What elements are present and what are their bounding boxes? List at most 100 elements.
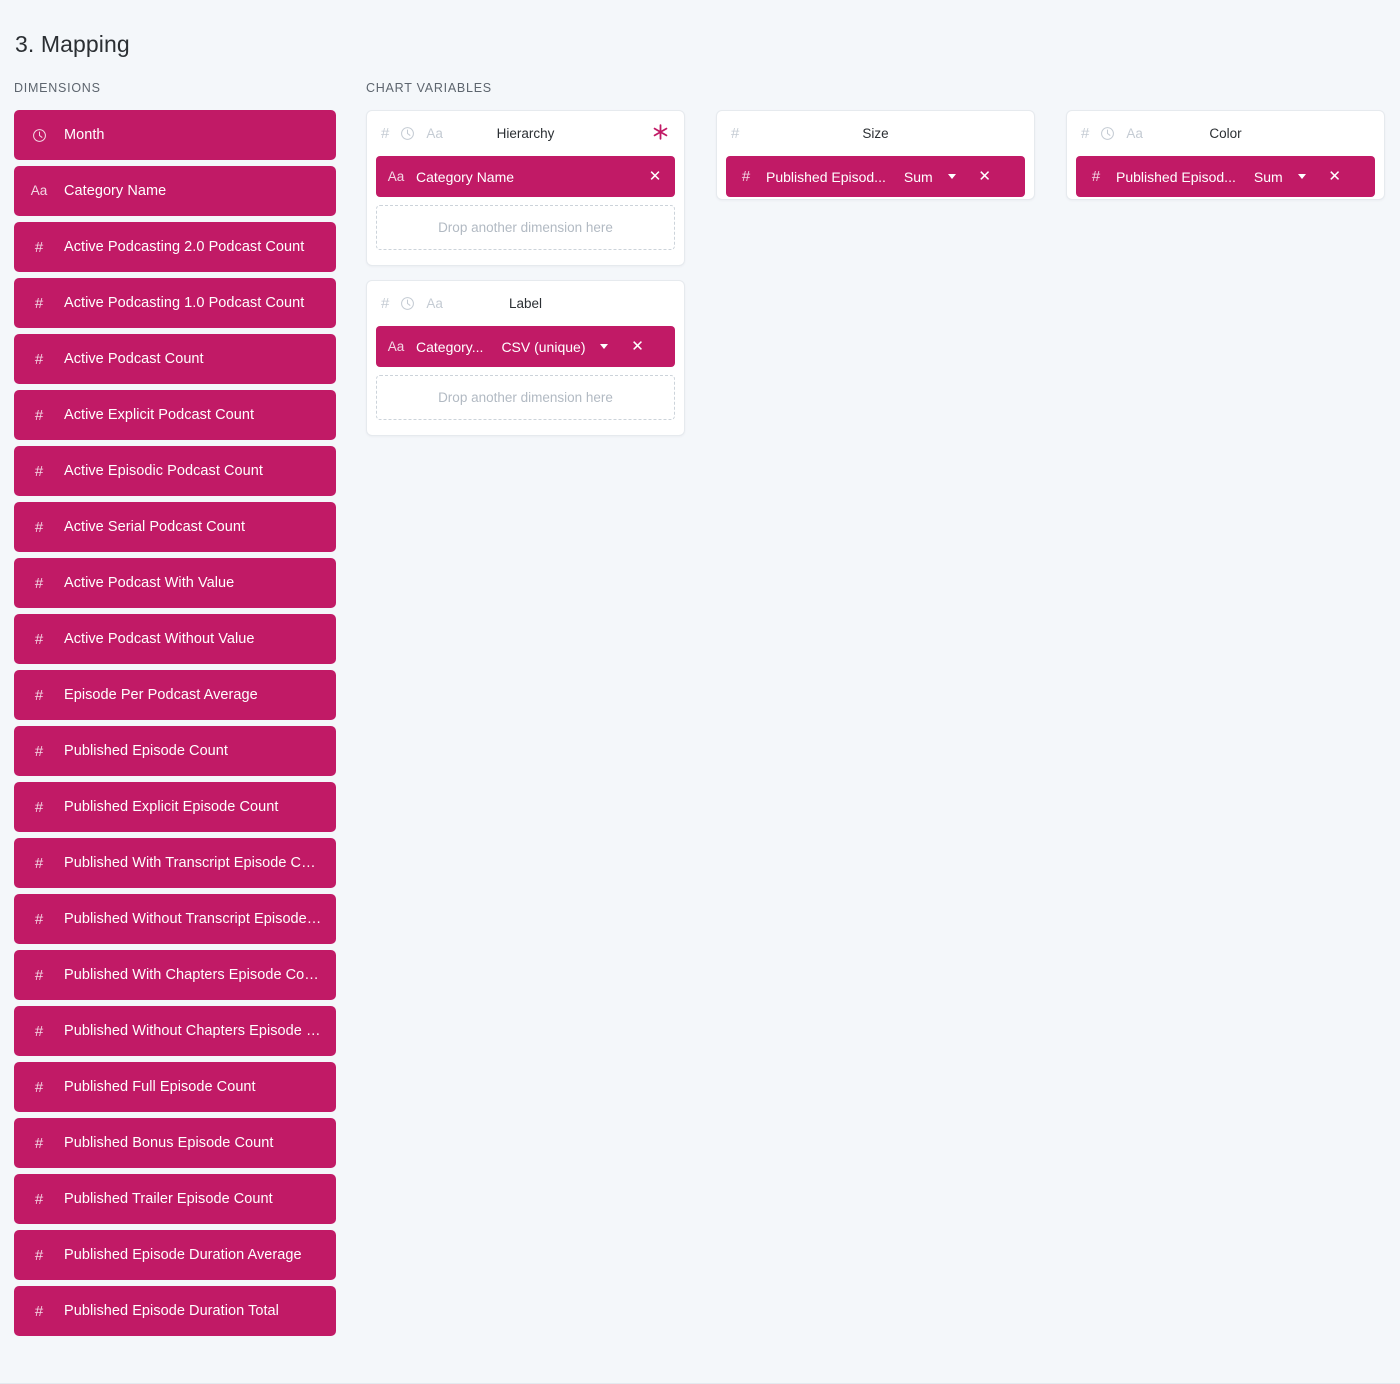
dimension-item-label: Published Episode Duration Average [64, 1247, 302, 1263]
chart-variable-card-hierarchy[interactable]: # Aa Hierarchy Aa Category Name ✕ Drop a… [366, 110, 685, 266]
chip-remove-button[interactable]: ✕ [1315, 169, 1355, 184]
chip-aggregation-value[interactable]: Sum [1254, 169, 1283, 185]
chip-name: Category Name [416, 168, 515, 185]
hash-icon: # [731, 125, 740, 142]
dimension-item[interactable]: # Published Full Episode Count [14, 1062, 336, 1112]
chip-remove-button[interactable]: ✕ [635, 169, 675, 184]
dimension-item-label: Active Podcasting 1.0 Podcast Count [64, 295, 305, 311]
text-aa-icon: Aa [1126, 125, 1143, 141]
chip-name: Category... [416, 338, 484, 355]
card-header-color: # Aa Color [1067, 111, 1384, 156]
card-body-label: Aa Category... CSV (unique) ✕ Drop anoth… [367, 326, 684, 429]
dimension-item-label: Published Full Episode Count [64, 1079, 256, 1095]
hash-icon: # [34, 798, 44, 816]
chip-remove-button[interactable]: ✕ [617, 339, 657, 354]
dimension-item-label: Published Explicit Episode Count [64, 799, 279, 815]
dimension-item[interactable]: # Episode Per Podcast Average [14, 670, 336, 720]
card-body-hierarchy: Aa Category Name ✕ Drop another dimensio… [367, 156, 684, 259]
dimension-item-label: Episode Per Podcast Average [64, 687, 258, 703]
card-header-size: # Size [717, 111, 1034, 156]
hash-icon: # [34, 1078, 44, 1096]
hash-icon: # [34, 742, 44, 760]
chart-variable-card-label[interactable]: # Aa Label Aa Category... CSV (unique) ✕… [366, 280, 685, 436]
hash-icon: # [34, 518, 44, 536]
dimension-item-label: Published Episode Count [64, 743, 228, 759]
dimension-item[interactable]: # Active Podcast Without Value [14, 614, 336, 664]
dimension-item[interactable]: # Published Episode Duration Average [14, 1230, 336, 1280]
dimensions-list: Month Aa Category Name # Active Podcasting 2… [14, 110, 336, 1336]
dimension-item-label: Published With Chapters Episode Count [64, 967, 325, 983]
dimension-item[interactable]: # Published Bonus Episode Count [14, 1118, 336, 1168]
chevron-down-icon[interactable] [1295, 174, 1309, 179]
dimension-item-label: Active Podcasting 2.0 Podcast Count [64, 239, 305, 255]
dimension-item-label: Published Without Transcript Episode C..… [64, 911, 334, 927]
chart-variable-card-size[interactable]: # Size # Published Episod... Sum ✕ [716, 110, 1035, 200]
dimension-item[interactable]: # Published Episode Duration Total [14, 1286, 336, 1336]
dimension-item[interactable]: # Active Episodic Podcast Count [14, 446, 336, 496]
hash-icon: # [34, 238, 44, 256]
dimension-item-label: Active Podcast Without Value [64, 631, 255, 647]
dimension-item[interactable]: # Published Trailer Episode Count [14, 1174, 336, 1224]
clock-icon [1100, 126, 1115, 141]
chevron-down-icon[interactable] [597, 344, 611, 349]
dimension-item[interactable]: Aa Category Name [14, 166, 336, 216]
hash-icon: # [741, 168, 751, 185]
card-header-label: # Aa Label [367, 281, 684, 326]
required-asterisk-icon [652, 123, 669, 144]
text-aa-icon: Aa [387, 168, 405, 184]
accepted-types-color: # Aa [1081, 126, 1143, 141]
dimension-item-label: Active Serial Podcast Count [64, 519, 246, 535]
drop-zone-label[interactable]: Drop another dimension here [376, 375, 675, 420]
hash-icon: # [34, 350, 44, 368]
dimension-item[interactable]: # Active Explicit Podcast Count [14, 390, 336, 440]
text-aa-icon: Aa [387, 338, 405, 354]
chart-variable-card-color[interactable]: # Aa Color # Published Episod... Sum ✕ [1066, 110, 1385, 200]
dimension-item-label: Active Episodic Podcast Count [64, 463, 263, 479]
dimension-item[interactable]: # Active Podcasting 2.0 Podcast Count [14, 222, 336, 272]
dimension-item-label: Active Podcast With Value [64, 575, 235, 591]
dimensions-section-label: DIMENSIONS [14, 81, 101, 95]
hash-icon: # [34, 462, 44, 480]
hash-icon: # [1091, 168, 1101, 185]
dimension-item[interactable]: # Published With Transcript Episode Count [14, 838, 336, 888]
chip-label-category[interactable]: Aa Category... CSV (unique) ✕ [376, 326, 675, 367]
dimension-item[interactable]: # Active Podcasting 1.0 Podcast Count [14, 278, 336, 328]
chip-remove-button[interactable]: ✕ [965, 169, 1005, 184]
dimension-item[interactable]: Month [14, 110, 336, 160]
dimension-item[interactable]: # Published Without Chapters Episode Co..… [14, 1006, 336, 1056]
accepted-types-hierarchy: # Aa [381, 126, 443, 141]
chart-variables-section-label: CHART VARIABLES [366, 81, 492, 95]
chip-size-published-episode[interactable]: # Published Episod... Sum ✕ [726, 156, 1025, 197]
card-header-hierarchy: # Aa Hierarchy [367, 111, 684, 156]
hash-icon: # [34, 406, 44, 424]
dimension-item[interactable]: # Published With Chapters Episode Count [14, 950, 336, 1000]
page-title: 3. Mapping [15, 31, 130, 57]
dimension-item[interactable]: # Published Explicit Episode Count [14, 782, 336, 832]
text-aa-icon: Aa [426, 125, 443, 141]
hash-icon: # [34, 686, 44, 704]
drop-zone-hierarchy[interactable]: Drop another dimension here [376, 205, 675, 250]
card-body-color: # Published Episod... Sum ✕ [1067, 156, 1384, 206]
hash-icon: # [381, 125, 390, 142]
chevron-down-icon[interactable] [945, 174, 959, 179]
text-aa-icon: Aa [426, 295, 443, 311]
accepted-types-label: # Aa [381, 296, 443, 311]
dimension-item[interactable]: # Active Podcast Count [14, 334, 336, 384]
dimension-item[interactable]: # Active Podcast With Value [14, 558, 336, 608]
hash-icon: # [34, 1134, 44, 1152]
clock-icon [14, 128, 64, 143]
card-title-size: Size [862, 126, 889, 141]
dimension-item-label: Month [64, 127, 105, 143]
dimension-item-label: Published Bonus Episode Count [64, 1135, 274, 1151]
dimension-item-label: Published With Transcript Episode Count [64, 855, 330, 871]
dimension-item[interactable]: # Published Episode Count [14, 726, 336, 776]
hash-icon: # [34, 1302, 44, 1320]
chip-aggregation-value[interactable]: Sum [904, 169, 933, 185]
dimension-item[interactable]: # Published Without Transcript Episode C.… [14, 894, 336, 944]
chip-aggregation-value[interactable]: CSV (unique) [501, 339, 585, 355]
hash-icon: # [34, 1246, 44, 1264]
dimension-item[interactable]: # Active Serial Podcast Count [14, 502, 336, 552]
chip-color-published-episode[interactable]: # Published Episod... Sum ✕ [1076, 156, 1375, 197]
chip-hierarchy-category-name[interactable]: Aa Category Name ✕ [376, 156, 675, 197]
dimension-item-label: Active Podcast Count [64, 351, 204, 367]
